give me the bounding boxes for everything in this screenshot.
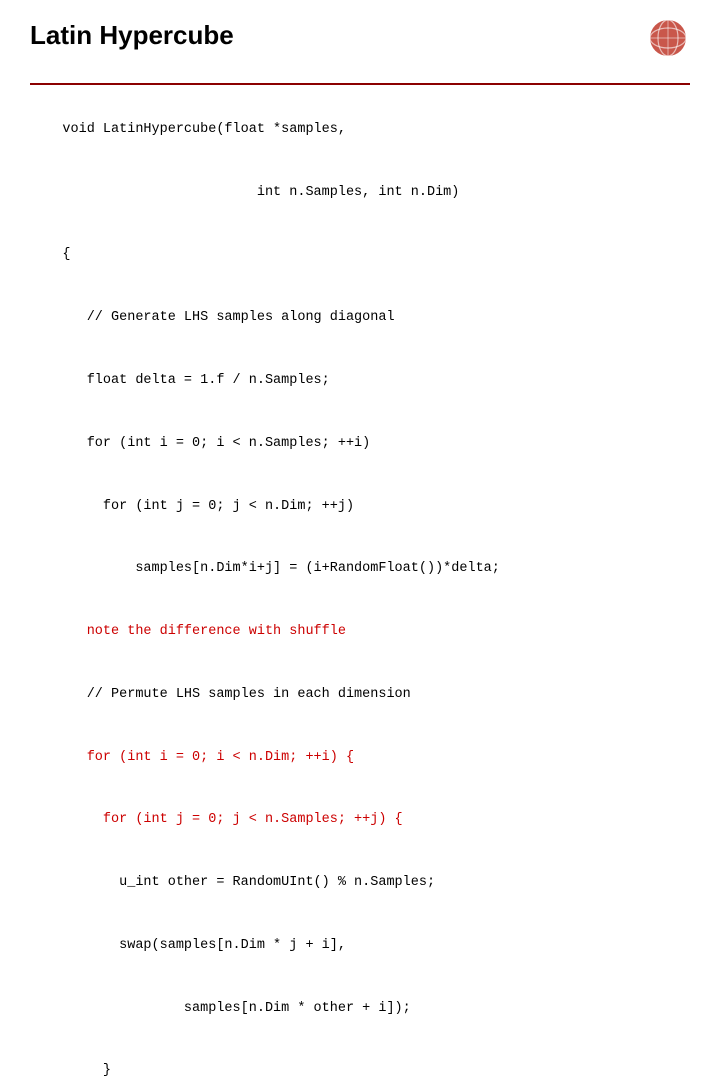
code-line-16: } [62,1063,111,1078]
title-divider [30,83,690,85]
code-line-6: for (int i = 0; i < n.Samples; ++i) [62,436,370,451]
code-line-3: { [62,247,70,262]
code-line-10: // Permute LHS samples in each dimension [62,687,410,702]
code-line-13: u_int other = RandomUInt() % n.Samples; [62,875,435,890]
code-block: void LatinHypercube(float *samples, int … [30,99,690,1080]
code-line-12: for (int j = 0; j < n.Samples; ++j) { [62,812,402,827]
code-line-4: // Generate LHS samples along diagonal [62,310,394,325]
code-line-9: note the difference with shuffle [62,624,346,639]
title-area: Latin Hypercube [30,20,690,75]
code-line-8: samples[n.Dim*i+j] = (i+RandomFloat())*d… [62,561,499,576]
slide-container: Latin Hypercube void LatinHypercube(floa… [0,0,720,540]
code-line-11: for (int i = 0; i < n.Dim; ++i) { [62,750,354,765]
code-line-15: samples[n.Dim * other + i]); [62,1001,410,1016]
logo-icon [630,20,690,75]
code-line-14: swap(samples[n.Dim * j + i], [62,938,346,953]
code-line-1: void LatinHypercube(float *samples, [62,122,346,137]
code-line-2: int n.Samples, int n.Dim) [62,185,459,200]
code-line-7: for (int j = 0; j < n.Dim; ++j) [62,499,354,514]
slide-title: Latin Hypercube [30,20,234,51]
code-line-5: float delta = 1.f / n.Samples; [62,373,329,388]
